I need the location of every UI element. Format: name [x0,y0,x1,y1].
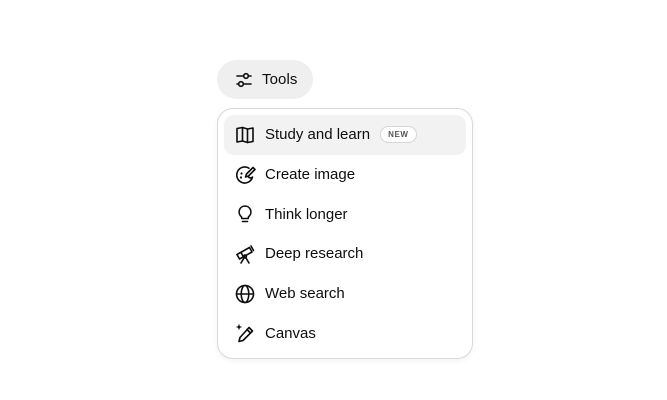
menu-item-label: Think longer [265,205,348,223]
menu-item-label: Deep research [265,245,364,263]
sliders-icon [234,70,254,90]
menu-item-label: Canvas [265,324,316,342]
menu-item-create-image[interactable]: Create image [224,155,466,195]
menu-item-label: Study and learn [265,126,371,144]
tools-menu: Study and learn NEW Create image Think l… [217,108,473,359]
tools-button[interactable]: Tools [217,60,313,99]
menu-item-web-search[interactable]: Web search [224,274,466,314]
menu-item-study-and-learn[interactable]: Study and learn NEW [224,115,466,155]
menu-item-think-longer[interactable]: Think longer [224,194,466,234]
new-badge: NEW [380,126,417,144]
book-open-icon [234,124,256,146]
tools-button-label: Tools [262,71,298,88]
stage: Tools Study and learn NEW Create image T… [0,0,667,400]
menu-item-canvas[interactable]: Canvas [224,313,466,353]
telescope-icon [234,243,256,265]
menu-item-label: Web search [265,285,345,303]
globe-icon [234,283,256,305]
lightbulb-icon [234,203,256,225]
pencil-sparkle-icon [234,322,256,344]
palette-icon [234,164,256,186]
menu-item-deep-research[interactable]: Deep research [224,234,466,274]
menu-item-label: Create image [265,166,356,184]
